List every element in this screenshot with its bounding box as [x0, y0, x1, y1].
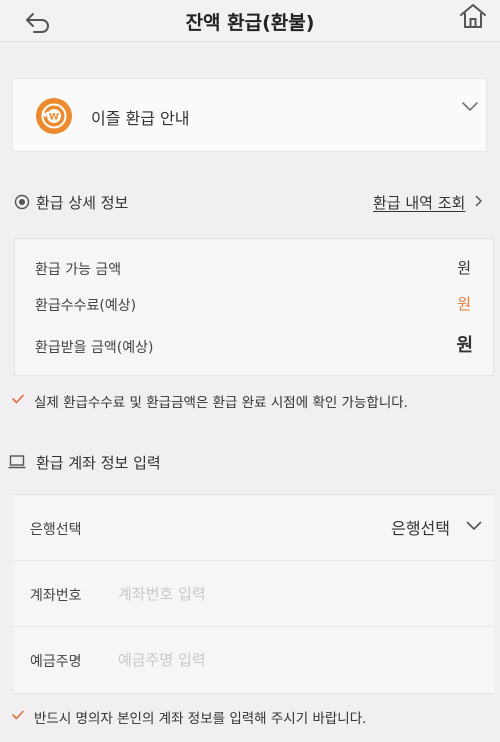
- account-holder-input[interactable]: [118, 643, 458, 677]
- account-number-label: 계좌번호: [30, 588, 82, 604]
- fee-note: 실제 환급수수료 및 환급금액은 환급 완료 시점에 확인 가능합니다.: [0, 390, 500, 412]
- refund-details-label: 환급 상세 정보: [36, 194, 129, 212]
- refund-history-link[interactable]: 환급 내역 조회: [373, 192, 465, 213]
- account-note: 반드시 명의자 본인의 계좌 정보를 입력해 주시기 바랍니다.: [0, 706, 500, 728]
- check-icon: [12, 710, 24, 720]
- page-title: 잔액 환급(환불): [185, 12, 315, 34]
- refund-receive-row: 환급받을 금액(예상) 원: [15, 331, 493, 361]
- account-note-text: 반드시 명의자 본인의 계좌 정보를 입력해 주시기 바랍니다.: [34, 711, 367, 727]
- refund-fee-value: 원: [457, 295, 471, 313]
- account-form: 은행선택 은행선택 계좌번호 예금주명: [14, 494, 494, 694]
- chevron-down-icon: [462, 102, 478, 111]
- chevron-right-icon[interactable]: [475, 195, 483, 207]
- top-bar: 잔액 환급(환불): [0, 0, 500, 42]
- svg-text:W: W: [49, 113, 59, 123]
- laptop-icon: [8, 455, 26, 469]
- refund-guide-label: 이즐 환급 안내: [91, 109, 190, 128]
- account-section-label: 환급 계좌 정보 입력: [36, 454, 161, 472]
- refund-detail-card: 환급 가능 금액 원 환급수수료(예상) 원 환급받을 금액(예상) 원: [14, 238, 494, 376]
- check-icon: [12, 394, 24, 404]
- fee-note-text: 실제 환급수수료 및 환급금액은 환급 완료 시점에 확인 가능합니다.: [34, 395, 408, 411]
- bank-select-dropdown[interactable]: 은행선택: [391, 515, 450, 539]
- refund-fee-row: 환급수수료(예상) 원: [15, 289, 493, 319]
- bank-select-label: 은행선택: [30, 522, 82, 538]
- chevron-down-icon[interactable]: [466, 521, 482, 531]
- refund-fee-label: 환급수수료(예상): [35, 298, 137, 314]
- account-number-input[interactable]: [118, 577, 458, 611]
- refund-receive-value: 원: [456, 335, 473, 356]
- home-icon[interactable]: [458, 2, 488, 30]
- refundable-amount-row: 환급 가능 금액 원: [15, 253, 493, 283]
- refund-clock-icon: [14, 194, 30, 210]
- refund-receive-label: 환급받을 금액(예상): [35, 340, 154, 356]
- refundable-amount-value: 원: [457, 259, 471, 277]
- refund-details-header: 환급 상세 정보 환급 내역 조회: [0, 190, 500, 214]
- account-holder-row: 예금주명: [14, 627, 494, 693]
- refund-guide-accordion[interactable]: W 이즐 환급 안내: [12, 78, 487, 152]
- coin-refund-icon: W: [36, 98, 72, 134]
- account-number-row: 계좌번호: [14, 561, 494, 627]
- account-holder-label: 예금주명: [30, 654, 82, 670]
- refundable-amount-label: 환급 가능 금액: [35, 262, 122, 278]
- account-section-header: 환급 계좌 정보 입력: [0, 450, 500, 474]
- bank-select-row[interactable]: 은행선택 은행선택: [14, 495, 494, 561]
